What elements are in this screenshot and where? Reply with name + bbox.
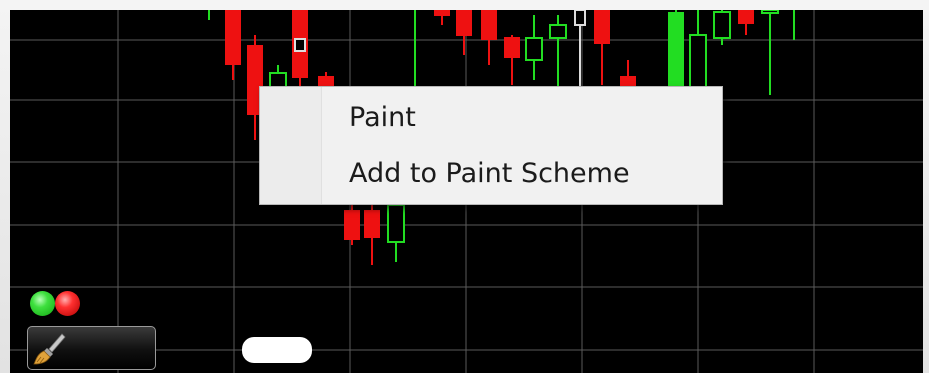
candle-body [456,10,472,36]
candle-body [594,10,610,44]
menu-item-add-to-paint-scheme[interactable]: Add to Paint Scheme [262,149,720,199]
candle-body [225,10,241,65]
candle-body [434,10,450,16]
candle-body [574,10,586,26]
paint-color-indicator[interactable] [30,291,86,317]
candle-body [364,210,380,238]
candle-body [525,37,543,61]
menu-item-paint[interactable]: Paint [262,93,720,143]
candle-body [668,12,684,88]
candle-body [481,10,497,40]
candle-body [344,210,360,240]
red-color-dot [55,291,80,316]
candle-body [761,10,779,14]
candle-body [738,10,754,24]
status-pill [242,337,312,363]
context-menu: Paint Add to Paint Scheme [259,86,723,205]
candle-body [549,24,567,39]
candle-body [713,11,731,39]
paintbrush-icon [33,333,66,365]
candle-body [387,204,405,243]
paint-tool-button[interactable] [27,326,156,370]
candle-body [689,34,707,89]
candle-body [294,38,306,52]
green-color-dot [30,291,55,316]
candle-body [504,37,520,58]
